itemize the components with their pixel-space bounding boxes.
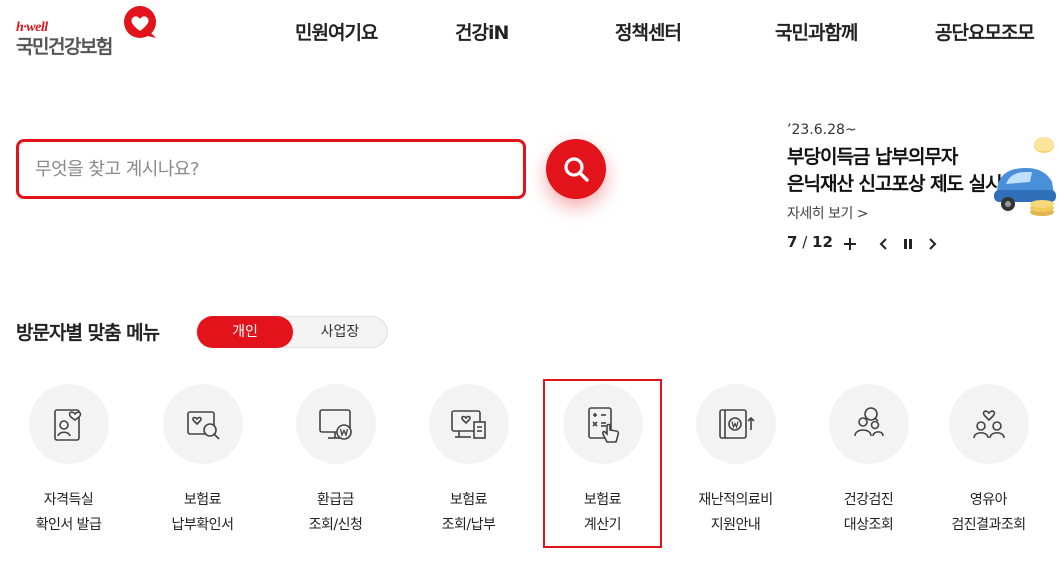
nav-item-policy[interactable]: 정책센터 bbox=[615, 18, 682, 45]
visitor-menu-title: 방문자별 맞춤 메뉴 bbox=[16, 322, 160, 344]
menu-label-line2: 대상조회 bbox=[843, 517, 894, 533]
chevron-right-icon[interactable] bbox=[923, 235, 941, 253]
banner-date: ’23.6.28~ bbox=[787, 122, 857, 138]
menu-label-line1: 보험료 bbox=[449, 492, 488, 508]
menu-item-refund[interactable]: 환급금 조회/신청 bbox=[269, 384, 402, 550]
menu-icon-circle bbox=[696, 384, 776, 464]
search-button[interactable] bbox=[546, 139, 606, 199]
nav-item-health-in[interactable]: 건강iN bbox=[455, 18, 509, 45]
menu-label-line1: 재난적의료비 bbox=[698, 492, 773, 508]
search-icon bbox=[564, 157, 589, 182]
menu-icon-circle bbox=[29, 384, 109, 464]
menu-label-line1: 영유아 bbox=[969, 492, 1008, 508]
chevron-left-icon[interactable] bbox=[875, 235, 893, 253]
nav-item-with-public[interactable]: 국민과함께 bbox=[775, 18, 858, 45]
menu-label-line1: 건강검진 bbox=[843, 492, 894, 508]
nav-item-about[interactable]: 공단요모조모 bbox=[935, 18, 1035, 45]
menu-item-premium-inquiry[interactable]: 보험료 조회/납부 bbox=[402, 384, 535, 550]
banner-pager: 7 / 12 bbox=[787, 233, 957, 255]
tab-business[interactable]: 사업장 bbox=[293, 317, 387, 347]
monitor-won-icon bbox=[319, 409, 352, 440]
family-heart-icon bbox=[973, 410, 1005, 439]
pager-separator: / bbox=[797, 233, 813, 251]
menu-item-catastrophic-medical[interactable]: 재난적의료비 지원안내 bbox=[669, 384, 802, 550]
visitor-type-toggle: 개인 사업장 bbox=[196, 316, 388, 348]
menu-label-line2: 조회/납부 bbox=[441, 517, 496, 533]
menu-label-line2: 조회/신청 bbox=[308, 517, 363, 533]
car-coins-illustration bbox=[994, 137, 1056, 216]
menu-label-line2: 검진결과조회 bbox=[951, 517, 1026, 533]
plus-icon[interactable] bbox=[841, 235, 859, 253]
nav-item-civil[interactable]: 민원여기요 bbox=[295, 18, 378, 45]
menu-item-infant-checkup[interactable]: 영유아 검진결과조회 bbox=[922, 384, 1055, 550]
pager-current: 7 bbox=[787, 233, 798, 251]
search-input[interactable] bbox=[35, 154, 505, 184]
menu-item-payment-certificate[interactable]: 보험료 납부확인서 bbox=[136, 384, 269, 550]
tab-personal[interactable]: 개인 bbox=[197, 316, 293, 348]
banner-detail-link[interactable]: 자세히 보기 > bbox=[787, 203, 869, 223]
menu-label-line1: 환급금 bbox=[316, 492, 355, 508]
menu-label-line2: 납부확인서 bbox=[171, 517, 234, 533]
menu-label-line2: 지원안내 bbox=[710, 517, 761, 533]
menu-icon-circle bbox=[429, 384, 509, 464]
menu-icon-circle bbox=[949, 384, 1029, 464]
receipt-heart-icon bbox=[451, 410, 486, 439]
menu-icon-circle bbox=[163, 384, 243, 464]
highlight-box bbox=[543, 379, 662, 548]
pager-total: 12 bbox=[812, 233, 833, 251]
main-nav: 민원여기요 건강iN 정책센터 국민과함께 공단요모조모 bbox=[0, 18, 1057, 48]
menu-label-line1: 자격득실 bbox=[43, 492, 94, 508]
people-search-icon bbox=[854, 407, 884, 437]
document-search-icon bbox=[187, 411, 220, 440]
menu-item-health-checkup[interactable]: 건강검진 대상조회 bbox=[802, 384, 935, 550]
menu-label-line1: 보험료 bbox=[183, 492, 222, 508]
menu-label-line2: 확인서 발급 bbox=[35, 517, 102, 533]
id-card-heart-icon bbox=[54, 409, 82, 441]
won-transfer-icon bbox=[719, 409, 755, 439]
search-box bbox=[16, 139, 526, 199]
menu-item-qualification[interactable]: 자격득실 확인서 발급 bbox=[2, 384, 135, 550]
menu-icon-circle bbox=[296, 384, 376, 464]
pause-icon[interactable] bbox=[899, 235, 917, 253]
menu-icon-circle bbox=[829, 384, 909, 464]
